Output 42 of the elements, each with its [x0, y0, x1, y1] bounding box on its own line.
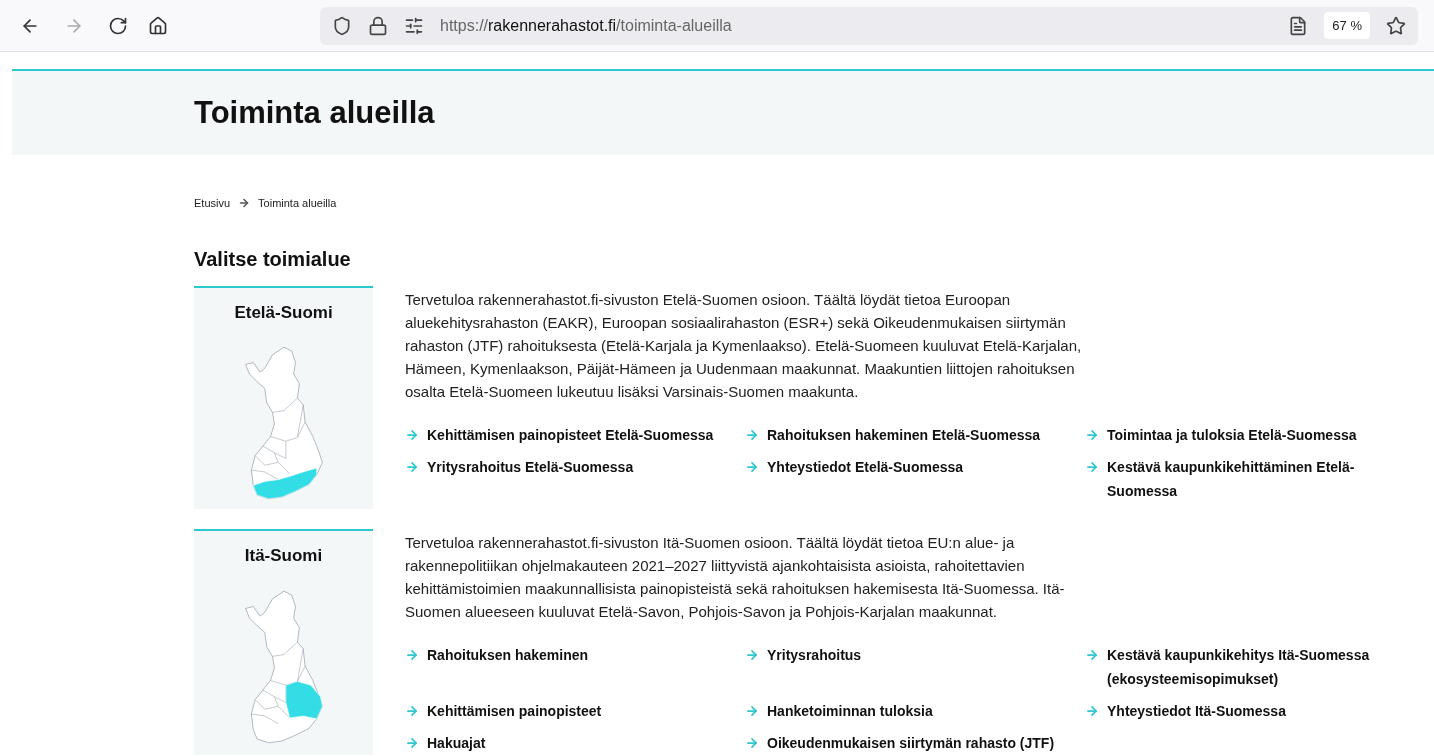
- region-card[interactable]: Itä-Suomi: [194, 529, 373, 755]
- region-link[interactable]: Rahoituksen hakeminen Etelä-Suomessa: [745, 422, 1085, 447]
- region-name[interactable]: Etelä-Suomi: [234, 299, 333, 325]
- home-icon[interactable]: [148, 15, 168, 36]
- arrow-icon: [745, 459, 759, 474]
- shield-icon[interactable]: [332, 15, 352, 36]
- region-link[interactable]: Yritysrahoitus: [745, 643, 1085, 691]
- region-link[interactable]: Oikeudenmukaisen siirtymän rahasto (JTF): [745, 731, 1085, 755]
- bookmark-star-icon[interactable]: [1386, 15, 1406, 36]
- region-card[interactable]: Etelä-Suomi: [194, 285, 373, 509]
- region-link[interactable]: Kestävä kaupunkikehitys Itä-Suomessa (ekosysteemisopimukset): [1085, 643, 1385, 691]
- arrow-icon: [745, 736, 759, 750]
- page-title: Toiminta alueilla: [194, 93, 435, 132]
- url-text: https://rakennerahastot.fi/toiminta-alueilla: [440, 15, 732, 36]
- region-link[interactable]: Yhteystiedot Itä-Suomessa: [1085, 699, 1385, 723]
- region-link[interactable]: Rahoituksen hakeminen: [405, 643, 745, 691]
- reader-view-icon[interactable]: [1288, 15, 1309, 36]
- region-link[interactable]: Yritysrahoitus Etelä-Suomessa: [405, 454, 745, 503]
- region-name[interactable]: Itä-Suomi: [244, 543, 323, 569]
- section-title: Valitse toimialue: [194, 246, 352, 272]
- breadcrumb-link[interactable]: Etusivu: [194, 195, 231, 212]
- permissions-icon[interactable]: [404, 15, 424, 36]
- region-link[interactable]: Hanketoiminnan tuloksia: [745, 699, 1085, 723]
- region-description: Tervetuloa rakennerahastot.fi-sivuston Itä-Suomen osioon. Täältä löydät tietoa EU:n alue- ja rakennepolitiikan ohjelmakauteen 2021–2027 liittyvistä ajankohtaisista asioista, rahoitettavien kehittämistoimien maakunnallisista painopisteistä sekä rahoituksen hakemisesta Itä-Suomessa. Itä-Suomen alueeseen kuuluvat Etelä-Savon, Pohjois-Savon ja Pohjois-Karjalan maakunnat.: [405, 533, 1066, 622]
- region-link[interactable]: Kehittämisen painopisteet: [405, 699, 745, 723]
- arrow-icon: [405, 427, 419, 442]
- arrow-icon: [745, 427, 759, 442]
- region-link[interactable]: Kehittämisen painopisteet Etelä-Suomessa: [405, 422, 745, 447]
- breadcrumb-arrow-icon: [238, 197, 251, 210]
- breadcrumb-link[interactable]: Toiminta alueilla: [258, 195, 337, 212]
- region-link[interactable]: Yhteystiedot Etelä-Suomessa: [745, 454, 1085, 503]
- zoom-level[interactable]: 67 %: [1324, 11, 1370, 40]
- arrow-icon: [405, 459, 419, 474]
- region-description: Tervetuloa rakennerahastot.fi-sivuston Etelä-Suomen osioon. Täältä löydät tietoa Euroopan aluekehitysrahaston (EAKR), Euroopan sosiaalirahaston (ESR+) sekä Oikeudenmukaisen siirtymän rahaston (JTF) rahoituksesta (Etelä-Karjala ja Kymenlaakso). Etelä-Suomeen kuuluvat Etelä-Karjalan, Hämeen, Kymenlaakson, Päijät-Hämeen ja Uudenmaan maakunnat. Maakuntien liittojen rahoituksen osalta Etelä-Suomeen lukeutuu lisäksi Varsinais-Suomen maakunta.: [405, 289, 1083, 402]
- region-link[interactable]: Kestävä kaupunkikehittäminen Etelä-Suomessa: [1085, 454, 1385, 503]
- address-bar[interactable]: https://rakennerahastot.fi/toiminta-alueilla 67 %: [320, 6, 1418, 45]
- region-link[interactable]: Hakuajat: [405, 731, 745, 755]
- arrow-icon: [745, 704, 759, 718]
- arrow-icon: [745, 648, 759, 662]
- lock-icon[interactable]: [368, 15, 388, 36]
- region-link[interactable]: Toimintaa ja tuloksia Etelä-Suomessa: [1085, 422, 1385, 447]
- reload-icon[interactable]: [108, 15, 128, 36]
